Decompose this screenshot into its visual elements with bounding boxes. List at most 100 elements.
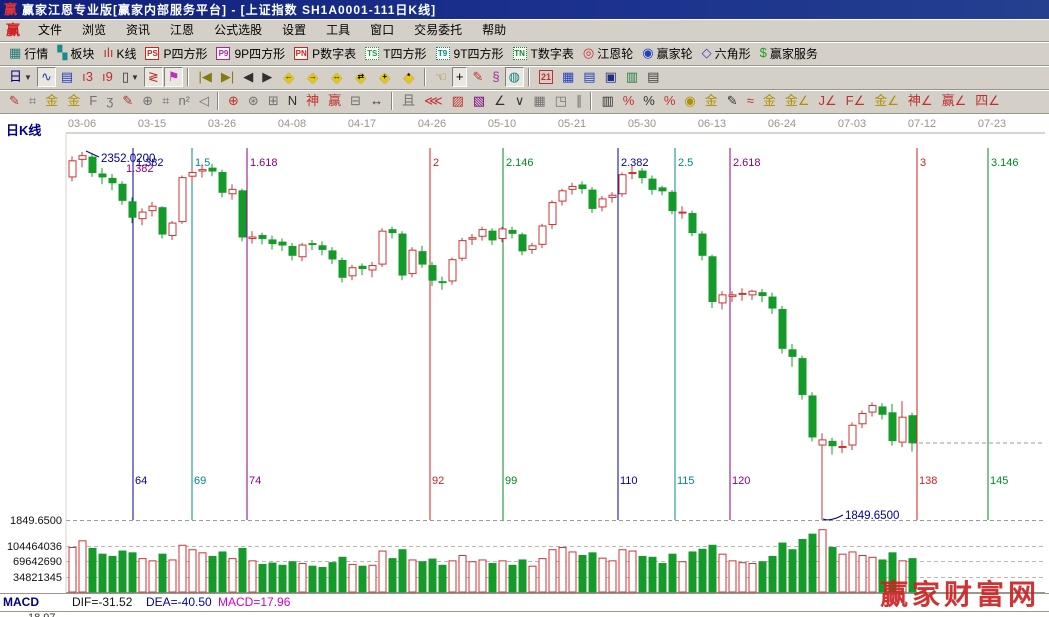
grid-arrow-tool[interactable]: ◳ bbox=[551, 91, 571, 111]
menu-item-9[interactable]: 交易委托 bbox=[404, 20, 472, 40]
menu-item-8[interactable]: 窗口 bbox=[360, 20, 404, 40]
percent-retrace-tool[interactable]: % bbox=[619, 91, 639, 111]
compress-all-button[interactable]: ◆ + bbox=[373, 67, 396, 87]
zoom-horizontal-button[interactable]: ◆ ↔ bbox=[325, 67, 348, 87]
candle-style-dropdown[interactable]: ▯ ▼ bbox=[118, 67, 143, 87]
pan-right-button[interactable]: ◆ → bbox=[301, 67, 324, 87]
circle-cross-tool[interactable]: ⊕ bbox=[224, 91, 243, 111]
percent-line-tool[interactable]: % bbox=[660, 91, 680, 111]
calendar-21-button[interactable]: 21 bbox=[535, 67, 557, 87]
trend-wave-button[interactable]: ∿ bbox=[36, 67, 56, 87]
v-lines-tool[interactable]: ∨ bbox=[511, 91, 529, 111]
j-angle-tool[interactable]: J∠ bbox=[815, 91, 841, 111]
t-table-button[interactable]: TN T数字表 bbox=[509, 43, 578, 63]
grid-tool[interactable]: ⌗ bbox=[25, 91, 40, 111]
f-grid-tool[interactable]: F bbox=[85, 91, 101, 111]
9t-square-button[interactable]: T9 9T四方形 bbox=[432, 43, 508, 63]
t-square-button[interactable]: TS T四方形 bbox=[361, 43, 430, 63]
volume-bar bbox=[148, 560, 157, 593]
fan-lines-tool[interactable]: ⋘ bbox=[420, 91, 447, 111]
print-button[interactable]: ▤ bbox=[643, 67, 663, 87]
kline-button[interactable]: ılı K线 bbox=[99, 43, 140, 63]
flag-button[interactable]: ⚑ bbox=[163, 67, 184, 87]
prev-candle-button[interactable]: ◀ bbox=[239, 67, 257, 87]
ying-grid-tool[interactable]: 赢 bbox=[324, 91, 345, 111]
gold-circle-tool[interactable]: ◉ bbox=[680, 91, 699, 111]
p-square-button[interactable]: PS P四方形 bbox=[141, 43, 211, 63]
pillar-tool[interactable]: 且 bbox=[398, 91, 419, 111]
gann-wheel-button[interactable]: ◎ 江恩轮 bbox=[579, 43, 637, 63]
indicator-name[interactable]: MACD bbox=[3, 595, 39, 609]
globe-grid-button[interactable]: ◍ bbox=[504, 67, 524, 87]
pan-left-button[interactable]: ◆ ← bbox=[277, 67, 300, 87]
period-day-dropdown[interactable]: 日 ▼ bbox=[5, 67, 36, 87]
menu-item-5[interactable]: 公式选股 bbox=[204, 20, 272, 40]
angle-pen-button[interactable]: ✎ bbox=[468, 67, 487, 87]
percent-tool[interactable]: % bbox=[639, 91, 659, 111]
angle-lines-tool[interactable]: ∠ bbox=[490, 91, 510, 111]
compress-horizontal-button[interactable]: ◆ ⇄ bbox=[349, 67, 372, 87]
web-box-tool[interactable]: ⊞ bbox=[264, 91, 283, 111]
si-angle-tool[interactable]: 四∠ bbox=[971, 91, 1004, 111]
first-page-button[interactable]: |◀ bbox=[194, 67, 215, 87]
menu-item-2[interactable]: 浏览 bbox=[72, 20, 116, 40]
quotes-button[interactable]: ▦ 行情 bbox=[5, 43, 52, 63]
next-candle-button[interactable]: ▶ bbox=[258, 67, 276, 87]
menu-item-3[interactable]: 资讯 bbox=[116, 20, 160, 40]
web-tool[interactable]: ⊛ bbox=[244, 91, 263, 111]
parallel-tool[interactable]: ∥ bbox=[572, 91, 587, 111]
menu-item-6[interactable]: 设置 bbox=[272, 20, 316, 40]
winner-wheel-button[interactable]: ◉ 赢家轮 bbox=[638, 43, 696, 63]
hand-tool-button[interactable]: ☜ bbox=[431, 67, 451, 87]
fan-box2-tool[interactable]: ▧ bbox=[469, 91, 489, 111]
grid-box-tool[interactable]: ▦ bbox=[529, 91, 549, 111]
save-button[interactable]: ▣ bbox=[601, 67, 621, 87]
winner-service-button[interactable]: $ 赢家服务 bbox=[756, 43, 822, 63]
dense-grid-tool[interactable]: ⌗ bbox=[158, 91, 173, 111]
ruler-123-tool[interactable]: ⊟ bbox=[346, 91, 365, 111]
triangle-tool[interactable]: ◁ bbox=[195, 91, 213, 111]
notes-button[interactable]: ▤ bbox=[579, 67, 599, 87]
bars-3-button[interactable]: ı3 bbox=[78, 67, 97, 87]
pen-grid-tool[interactable]: ✎ bbox=[118, 91, 137, 111]
calculator-button[interactable]: ▦ bbox=[558, 67, 578, 87]
hexagon-button[interactable]: ◇ 六角形 bbox=[698, 43, 755, 63]
menu-item-1[interactable]: 文件 bbox=[28, 20, 72, 40]
9p-square-button[interactable]: P9 9P四方形 bbox=[212, 43, 289, 63]
bars-9-button[interactable]: ı9 bbox=[98, 67, 117, 87]
gold-line2-tool[interactable]: 金 bbox=[759, 91, 780, 111]
p-table-button[interactable]: PN P数字表 bbox=[290, 43, 360, 63]
expand-all-button[interactable]: ◆ * bbox=[397, 67, 420, 87]
snapshot-button[interactable]: ▥ bbox=[622, 67, 642, 87]
pen-tool[interactable]: ✎ bbox=[5, 91, 24, 111]
ying-angle-tool[interactable]: 赢∠ bbox=[938, 91, 971, 111]
ribbon-tool-button[interactable]: § bbox=[488, 67, 503, 87]
gold-angle-tool[interactable]: 金∠ bbox=[781, 91, 814, 111]
zigzag-button[interactable]: ≷ bbox=[143, 67, 163, 87]
n2-grid-tool[interactable]: n² bbox=[174, 91, 194, 111]
menu-item-4[interactable]: 江恩 bbox=[160, 20, 204, 40]
shen-angle-tool[interactable]: 神∠ bbox=[904, 91, 937, 111]
crosshair-tool-button[interactable]: + bbox=[451, 67, 468, 87]
coil-tool[interactable]: ʒ bbox=[102, 91, 117, 111]
menu-item-7[interactable]: 工具 bbox=[316, 20, 360, 40]
kline-button-label: K线 bbox=[116, 46, 137, 61]
ying-angle-icon: 赢∠ bbox=[941, 93, 967, 108]
sectors-button[interactable]: ▚ 板块 bbox=[53, 43, 98, 63]
shen-grid-tool[interactable]: 神 bbox=[302, 91, 323, 111]
gold-angle2-tool[interactable]: 金∠ bbox=[870, 91, 903, 111]
circle-grid-tool[interactable]: ⊕ bbox=[138, 91, 157, 111]
gold-grid-tool[interactable]: 金 bbox=[41, 91, 62, 111]
wave-band-tool[interactable]: ≈ bbox=[743, 91, 758, 111]
gold-grid2-tool[interactable]: 金 bbox=[63, 91, 84, 111]
last-page-button[interactable]: ▶| bbox=[217, 67, 238, 87]
f-angle-tool[interactable]: F∠ bbox=[842, 91, 870, 111]
span-tool[interactable]: ↔ bbox=[366, 91, 387, 111]
fan-box-tool[interactable]: ▨ bbox=[448, 91, 468, 111]
gold-line-tool[interactable]: 金 bbox=[701, 91, 722, 111]
price-scale-tool[interactable]: ▥ bbox=[597, 91, 617, 111]
menu-item-10[interactable]: 帮助 bbox=[472, 20, 516, 40]
ink-pen-tool[interactable]: ✎ bbox=[723, 91, 742, 111]
elliott-wave-tool[interactable]: N bbox=[284, 91, 301, 111]
info-card-button[interactable]: ▤ bbox=[57, 67, 77, 87]
